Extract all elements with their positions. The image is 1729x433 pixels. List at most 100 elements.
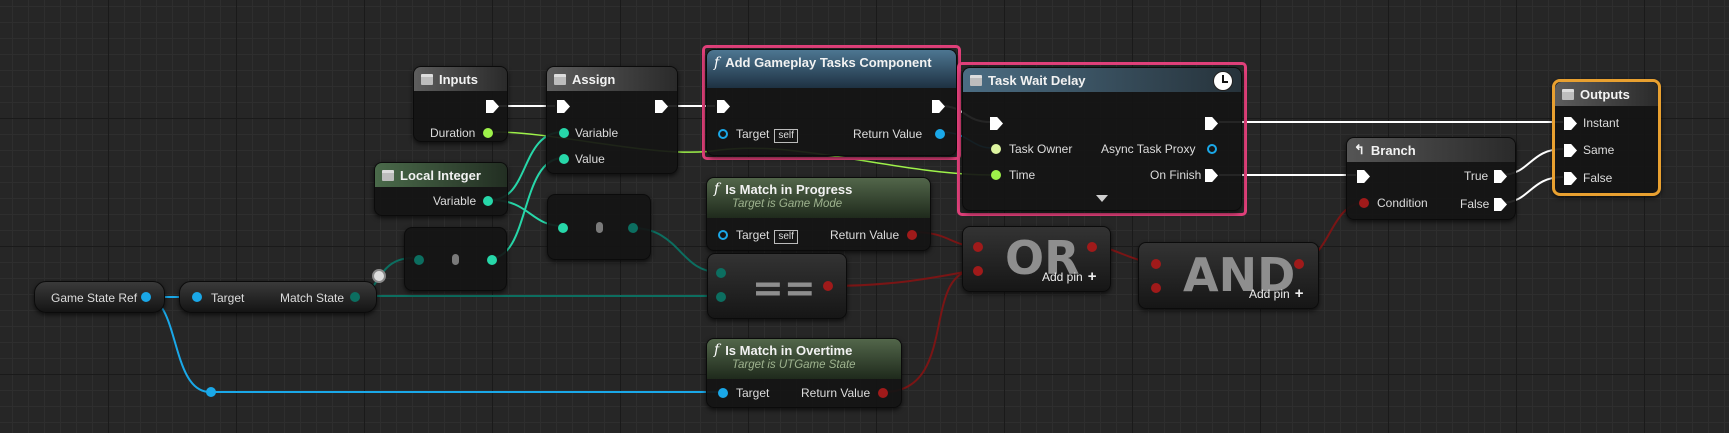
exec-out-pin[interactable] [486, 100, 499, 113]
pin-label: True [1464, 169, 1489, 183]
object-pin[interactable] [935, 129, 945, 139]
object-pin[interactable] [991, 144, 1001, 154]
bool-pin[interactable] [907, 230, 917, 240]
pin-label: Time [1009, 168, 1036, 182]
pin-label: Target [736, 386, 770, 400]
node-title: Inputs [439, 71, 478, 87]
object-pin[interactable] [718, 388, 728, 398]
function-icon: f [714, 342, 720, 358]
node-title: Add Gameplay Tasks Component [725, 55, 932, 70]
inputs-node[interactable]: Inputs Duration [413, 66, 508, 142]
node-title: Task Wait Delay [988, 72, 1086, 88]
assign-node[interactable]: Assign Variable Value [546, 66, 678, 174]
pin-label: Duration [430, 126, 476, 140]
is-match-in-progress-node[interactable]: f Is Match in Progress Target is Game Mod… [706, 177, 931, 251]
branch-icon: ↰ [1354, 142, 1365, 157]
pin-label: Return Value [853, 127, 923, 141]
int-pin[interactable] [558, 223, 568, 233]
int-pin[interactable] [487, 255, 497, 265]
float-pin[interactable] [483, 128, 493, 138]
self-field[interactable]: self [774, 230, 798, 244]
pin-label: False [1583, 171, 1613, 185]
object-pin[interactable] [718, 230, 728, 240]
branch-node[interactable]: ↰ Branch True Condition False [1346, 137, 1516, 220]
and-node[interactable]: AND Add pin + [1138, 242, 1319, 309]
pin-label: False [1460, 197, 1490, 211]
exec-in-pin[interactable] [1564, 117, 1577, 130]
pin-label: Variable [433, 194, 477, 208]
plus-icon: + [1294, 285, 1304, 302]
object-pin[interactable] [192, 292, 202, 302]
pin-label: Target self [736, 228, 798, 244]
node-title: Outputs [1580, 86, 1630, 102]
byte-pin[interactable] [414, 255, 424, 265]
int-pin[interactable] [559, 128, 569, 138]
exec-in-pin[interactable] [990, 117, 1003, 130]
function-icon: f [714, 181, 720, 197]
object-pin[interactable] [141, 292, 151, 302]
exec-in-pin[interactable] [557, 100, 570, 113]
pin-label: Match State [280, 291, 345, 305]
reroute-knot[interactable] [372, 269, 386, 283]
get-match-state-node[interactable]: Target Match State [179, 281, 377, 313]
byte-pin[interactable] [350, 292, 360, 302]
game-state-ref-node[interactable]: Game State Ref [34, 281, 165, 313]
exec-in-pin[interactable] [1564, 144, 1577, 157]
struct-icon [554, 73, 566, 85]
pin-label: Target self [736, 127, 798, 143]
bool-pin[interactable] [973, 242, 983, 252]
node-subtitle: Target is UTGame State [732, 359, 856, 371]
node-subtitle: Target is Game Mode [732, 198, 843, 210]
bool-wire [826, 269, 977, 287]
bool-pin[interactable] [973, 266, 983, 276]
exec-out-pin[interactable] [932, 100, 945, 113]
exec-out-pin[interactable] [655, 100, 668, 113]
outputs-node[interactable]: Outputs Instant Same False [1552, 79, 1661, 196]
bool-pin[interactable] [1359, 198, 1369, 208]
is-match-in-overtime-node[interactable]: f Is Match in Overtime Target is UTGame S… [706, 338, 902, 408]
bool-pin[interactable] [1151, 259, 1161, 269]
byte-pin[interactable] [628, 223, 638, 233]
pin-label: Target [211, 291, 245, 305]
object-pin[interactable] [718, 129, 728, 139]
expand-arrow-icon[interactable] [1096, 195, 1108, 202]
bool-pin[interactable] [1151, 283, 1161, 293]
equals-node[interactable]: == [707, 253, 847, 319]
conversion-icon [452, 254, 459, 265]
operator-label: == [752, 266, 816, 310]
convert-node[interactable] [404, 227, 507, 291]
byte-pin[interactable] [716, 292, 726, 302]
add-pin-button[interactable]: Add pin + [1249, 285, 1303, 302]
exec-out-pin[interactable] [1205, 117, 1218, 130]
node-title: Branch [1370, 142, 1416, 158]
exec-out-pin[interactable] [1205, 169, 1218, 182]
object-pin[interactable] [1207, 144, 1217, 154]
self-field[interactable]: self [774, 129, 798, 143]
exec-in-pin[interactable] [1564, 172, 1577, 185]
pin-label: Async Task Proxy [1101, 142, 1196, 156]
task-wait-delay-node[interactable]: Task Wait Delay Task Owner Async Task Pr… [962, 67, 1242, 211]
local-integer-node[interactable]: Local Integer Variable [374, 162, 508, 216]
or-node[interactable]: OR Add pin + [962, 226, 1111, 292]
bool-pin[interactable] [1087, 242, 1097, 252]
int-pin[interactable] [559, 154, 569, 164]
float-pin[interactable] [991, 170, 1001, 180]
int-pin[interactable] [483, 196, 493, 206]
exec-in-pin[interactable] [717, 100, 730, 113]
add-pin-button[interactable]: Add pin + [1042, 268, 1096, 285]
add-gameplay-tasks-node[interactable]: f Add Gameplay Tasks Component Target self… [706, 49, 957, 156]
reroute-knot[interactable] [206, 387, 216, 397]
struct-icon [1562, 88, 1574, 100]
pin-label: On Finish [1150, 168, 1202, 182]
bool-pin[interactable] [823, 281, 833, 291]
exec-out-pin[interactable] [1494, 198, 1507, 211]
struct-icon [970, 74, 982, 86]
exec-out-pin[interactable] [1494, 170, 1507, 183]
byte-pin[interactable] [716, 268, 726, 278]
plus-icon: + [1087, 268, 1097, 285]
exec-in-pin[interactable] [1357, 170, 1370, 183]
node-title: Game State Ref [51, 291, 138, 305]
convert-node[interactable] [547, 194, 651, 260]
bool-pin[interactable] [878, 388, 888, 398]
bool-pin[interactable] [1294, 259, 1304, 269]
